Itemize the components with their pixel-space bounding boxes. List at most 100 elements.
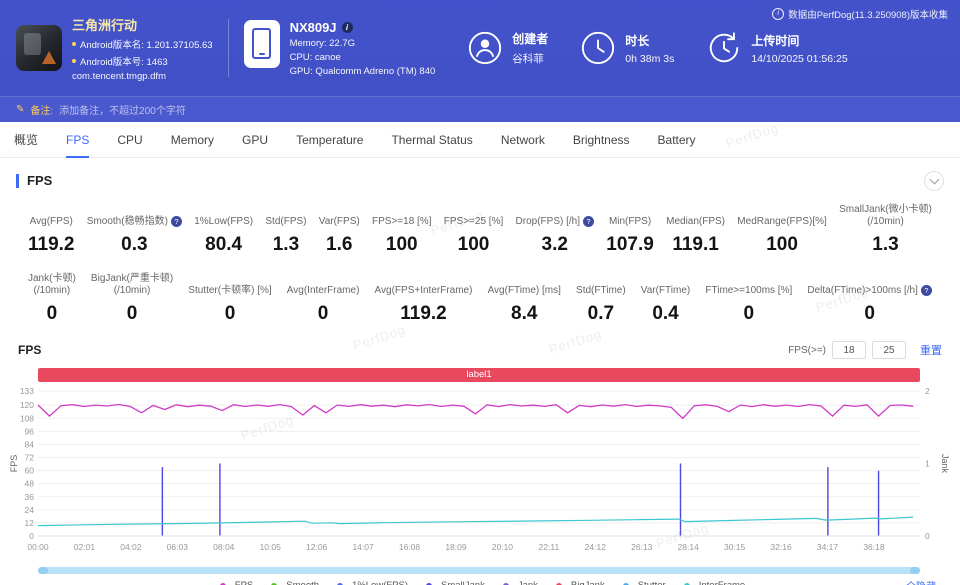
tab-gpu[interactable]: GPU [242, 122, 268, 157]
metric-value: 100 [385, 234, 418, 255]
metric-r1-3: Std(FPS) 1.3 [265, 203, 306, 256]
info-icon[interactable]: i [341, 21, 353, 33]
legend-label: BigJank [571, 580, 605, 585]
svg-text:30:15: 30:15 [724, 542, 746, 552]
metric-value: 119.1 [672, 234, 719, 255]
edit-icon: ✎ [16, 104, 25, 115]
legend-marker-icon [617, 582, 634, 585]
bullet-icon [72, 58, 76, 63]
svg-text:20:10: 20:10 [492, 542, 514, 552]
hide-all-button[interactable]: 全隐藏 [906, 578, 936, 585]
metric-r2-8: FTime>=100ms [%] 0 [705, 272, 792, 325]
metric-value: 107.9 [606, 234, 654, 255]
legend-label: Jank [518, 580, 538, 585]
metric-label: Stutter(卡顿率) [%] [188, 284, 272, 296]
legend-item-interframe[interactable]: InterFrame [678, 580, 745, 585]
duration-label: 时长 [625, 33, 650, 48]
svg-text:12: 12 [25, 518, 35, 528]
svg-text:18:09: 18:09 [445, 542, 467, 552]
metric-r1-11: SmallJank(微小卡顿) (/10min) 1.3 [839, 203, 932, 256]
svg-text:48: 48 [25, 479, 35, 489]
metric-r1-8: Min(FPS) 107.9 [606, 203, 654, 256]
legend-item-jank[interactable]: Jank [497, 580, 538, 585]
app-version-code: Android版本号: 1463 [72, 54, 213, 68]
metric-value: 1.3 [872, 234, 899, 255]
legend-item-smalljank[interactable]: SmallJank [421, 580, 485, 585]
tab-brightness[interactable]: Brightness [573, 122, 630, 157]
svg-text:10:05: 10:05 [260, 542, 282, 552]
upload-time-label: 上传时间 [751, 33, 800, 48]
chart-legend: FPS Smooth 1%Low(FPS) SmallJank Jank BigJank S… [8, 580, 952, 585]
metric-label: Smooth(稳畅指数) [86, 215, 168, 227]
legend-item-smooth[interactable]: Smooth [266, 580, 319, 585]
metric-r2-0: Jank(卡顿) (/10min) 0 [28, 272, 76, 325]
upload-time-icon [710, 32, 739, 63]
legend-label: InterFrame [699, 580, 745, 585]
svg-text:0: 0 [29, 531, 34, 541]
metric-label: Drop(FPS) [/h] [515, 215, 580, 227]
collapse-section-button[interactable] [924, 171, 944, 191]
metric-value: 0.4 [652, 303, 679, 324]
legend-item-1-low-fps-[interactable]: 1%Low(FPS) [332, 580, 408, 585]
fps-line-chart[interactable]: 1331201089684726048362412021000:00 02:01 0… [8, 386, 952, 564]
metric-value: 0 [46, 303, 58, 324]
duration-value: 0h 38m 3s [625, 52, 675, 65]
svg-text:0: 0 [925, 531, 930, 541]
fps-threshold-low-input[interactable] [832, 341, 866, 359]
note-bar[interactable]: ✎ 备注: 添加备注，不超过200个字符 [0, 96, 960, 122]
note-placeholder[interactable]: 添加备注，不超过200个字符 [59, 102, 186, 117]
tab-thermal-status[interactable]: Thermal Status [391, 122, 472, 157]
metric-label: FTime>=100ms [%] [705, 284, 793, 296]
metric-label: Var(FPS) [318, 215, 360, 227]
metric-label: FPS>=25 [%] [443, 215, 504, 227]
svg-text:26:13: 26:13 [631, 542, 653, 552]
tab-fps[interactable]: FPS [66, 122, 90, 158]
metric-value: 1.3 [272, 234, 300, 255]
legend-item-stutter[interactable]: Stutter [617, 580, 666, 585]
svg-text:22:11: 22:11 [539, 542, 560, 552]
note-label: 备注: [30, 106, 54, 117]
tab-memory[interactable]: Memory [171, 122, 214, 157]
metric-r1-5: FPS>=18 [%] 100 [372, 203, 431, 256]
chart-scrollbar[interactable] [38, 567, 920, 574]
upload-time-block: 上传时间 14/10/2025 01:56:25 [706, 30, 848, 66]
metric-value: 0 [743, 303, 755, 324]
header-divider [227, 19, 229, 77]
metrics-row-1: Avg(FPS) 119.2 Smooth(稳畅指数)? 0.3 1%Low(FPS) 8… [0, 203, 960, 256]
app-icon [16, 25, 62, 71]
svg-text:108: 108 [20, 413, 34, 423]
metric-label: Avg(FPS) [29, 215, 73, 227]
metric-label: BigJank(严重卡顿) [90, 273, 174, 284]
svg-text:02:01: 02:01 [74, 542, 96, 552]
fps-threshold-high-input[interactable] [872, 341, 906, 359]
tab-battery[interactable]: Battery [658, 122, 696, 157]
metric-label: MedRange(FPS)[%] [737, 215, 827, 227]
legend-label: SmallJank [441, 580, 485, 585]
device-gpu: GPU: Qualcomm Adreno (TM) 840 [289, 65, 436, 77]
collector-note: i 数据由PerfDog(11.3.250908)版本收集 [772, 7, 948, 21]
help-icon[interactable]: ? [920, 284, 932, 296]
metric-r2-3: Avg(InterFrame) 0 [287, 272, 360, 325]
help-icon[interactable]: ? [170, 215, 182, 227]
legend-marker-icon [266, 582, 283, 585]
app-block: 三角洲行动 Android版本名: 1.201.37105.63 Android… [16, 15, 213, 82]
legend-marker-icon [332, 582, 349, 585]
tab-temperature[interactable]: Temperature [296, 122, 363, 157]
bullet-icon [72, 41, 76, 46]
help-icon[interactable]: ? [583, 215, 594, 227]
svg-text:14:07: 14:07 [352, 542, 374, 552]
device-memory: Memory: 22.7G [289, 37, 356, 49]
tab-network[interactable]: Network [501, 122, 545, 157]
svg-text:24: 24 [25, 505, 35, 515]
svg-text:08:04: 08:04 [213, 542, 235, 552]
metric-value: 119.2 [400, 303, 447, 324]
tab-概览[interactable]: 概览 [14, 122, 38, 157]
metric-value: 0 [126, 303, 138, 324]
metric-r1-9: Median(FPS) 119.1 [666, 203, 725, 256]
svg-text:84: 84 [25, 439, 35, 449]
legend-item-bigjank[interactable]: BigJank [550, 580, 605, 585]
metric-label: Jank(卡顿) [28, 273, 76, 284]
reset-button[interactable]: 重置 [920, 342, 942, 358]
legend-item-fps[interactable]: FPS [214, 580, 253, 585]
tab-cpu[interactable]: CPU [117, 122, 142, 157]
